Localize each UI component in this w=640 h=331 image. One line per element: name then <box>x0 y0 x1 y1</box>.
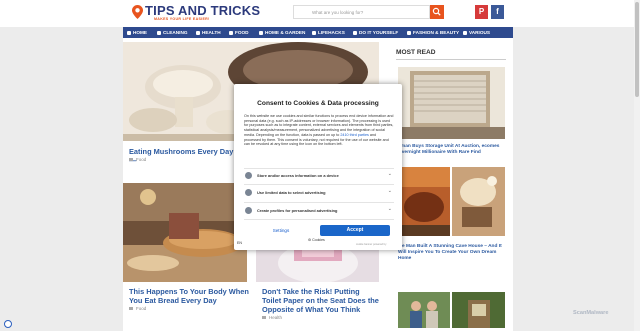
bread-image[interactable] <box>123 183 247 282</box>
chevron-down-icon: ⌄ <box>387 206 392 212</box>
search-input[interactable]: What are you looking for? <box>293 5 430 19</box>
broom-icon <box>157 30 161 35</box>
scanmalware-watermark: ScanMalware <box>573 310 609 316</box>
cave-interior-illustration <box>452 167 505 236</box>
privacy-shield-icon[interactable] <box>4 320 12 328</box>
consent-divider <box>244 202 394 203</box>
cookies-link[interactable]: ⚙ Cookies <box>308 237 336 243</box>
pinterest-icon[interactable]: P <box>475 5 488 19</box>
location-pin-icon <box>132 5 143 19</box>
device-icon <box>245 172 252 179</box>
scrollbar-thumb[interactable] <box>635 2 639 97</box>
sidebar-divider <box>396 59 506 60</box>
logo-tagline: MAKES YOUR LIFE EASIER! <box>154 17 210 21</box>
profile-icon <box>245 207 252 214</box>
nav-home-garden[interactable]: HOME & GARDEN <box>259 27 305 38</box>
home-icon <box>127 30 131 35</box>
consent-divider <box>244 184 394 185</box>
search-icon <box>432 7 441 16</box>
consent-powered-by: cookie banner powered by <box>356 243 387 246</box>
sidebar-article-title[interactable]: ale Man Built A Stunning Cave House – An… <box>398 244 506 262</box>
nav-diy[interactable]: DO IT YOURSELF <box>353 27 398 38</box>
bulb-icon <box>312 30 316 35</box>
heart-icon <box>196 30 200 35</box>
tag-icon <box>129 307 133 310</box>
tag-icon <box>129 158 133 161</box>
article-category[interactable]: Health <box>262 315 282 320</box>
nav-fashion-beauty[interactable]: FASHION & BEAUTY <box>407 27 459 38</box>
wrench-icon <box>353 30 357 35</box>
sidebar-image-cave-1[interactable] <box>398 167 450 236</box>
consent-divider <box>244 168 394 169</box>
storage-unit-illustration <box>398 67 505 139</box>
nav-lifehacks[interactable]: LIFEHACKS <box>312 27 345 38</box>
chevron-down-icon: ⌄ <box>387 171 392 177</box>
consent-title: Consent to Cookies & Data processing <box>257 100 379 107</box>
ads-icon <box>245 189 252 196</box>
third-parties-link[interactable]: 2410 third parties <box>340 133 369 137</box>
nav-home[interactable]: HOME <box>127 27 147 38</box>
consent-option-storage[interactable]: Store and/or access information on a dev… <box>244 170 394 182</box>
couple-illustration <box>398 292 450 328</box>
article-title[interactable]: Eating Mushrooms Every Day — <box>129 147 239 165</box>
article-title[interactable]: This Happens To Your Body When You Eat B… <box>129 287 249 305</box>
tag-icon <box>262 316 266 319</box>
nav-health[interactable]: HEALTH <box>196 27 221 38</box>
logo-text: TIPS AND TRICKS <box>145 3 261 18</box>
sidebar-image-storage[interactable] <box>398 67 505 139</box>
nav-food[interactable]: FOOD <box>229 27 249 38</box>
star-icon <box>463 30 467 35</box>
nav-various[interactable]: VARIOUS <box>463 27 490 38</box>
shirt-icon <box>407 30 411 35</box>
consent-divider <box>244 219 394 220</box>
main-nav: HOME CLEANING HEALTH FOOD HOME & GARDEN … <box>123 27 513 38</box>
consent-description: On this website we use cookies and simil… <box>244 114 394 147</box>
sidebar-heading: MOST READ <box>396 49 436 56</box>
search-button[interactable] <box>430 5 444 19</box>
garden-illustration <box>452 292 505 328</box>
consent-option-profiles[interactable]: Create profiles for personalised adverti… <box>244 205 394 217</box>
article-category[interactable]: Food <box>129 157 146 162</box>
consent-option-limited-ads[interactable]: Use limited data to select advertising ⌄ <box>244 187 394 199</box>
nav-cleaning[interactable]: CLEANING <box>157 27 187 38</box>
language-selector[interactable]: EN <box>237 241 242 245</box>
chevron-down-icon: ⌄ <box>387 188 392 194</box>
sidebar-image-cave-2[interactable] <box>452 167 505 236</box>
food-icon <box>229 30 233 35</box>
sidebar-image-couple[interactable] <box>398 292 450 328</box>
house-icon <box>259 30 263 35</box>
consent-settings-button[interactable]: Settings <box>258 227 304 235</box>
sidebar-image-garden[interactable] <box>452 292 505 328</box>
site-header: TIPS AND TRICKS MAKES YOUR LIFE EASIER! … <box>0 0 640 27</box>
sidebar-article-title[interactable]: oman Buys Storage Unit At Auction, ecome… <box>398 144 504 156</box>
consent-accept-button[interactable]: Accept <box>320 225 390 236</box>
article-title[interactable]: Don't Take the Risk! Putting Toilet Pape… <box>262 287 379 314</box>
article-category[interactable]: Food <box>129 306 146 311</box>
cave-illustration <box>398 167 450 236</box>
page-scrollbar[interactable] <box>634 0 640 331</box>
bread-illustration <box>123 183 247 282</box>
facebook-icon[interactable]: f <box>491 5 504 19</box>
